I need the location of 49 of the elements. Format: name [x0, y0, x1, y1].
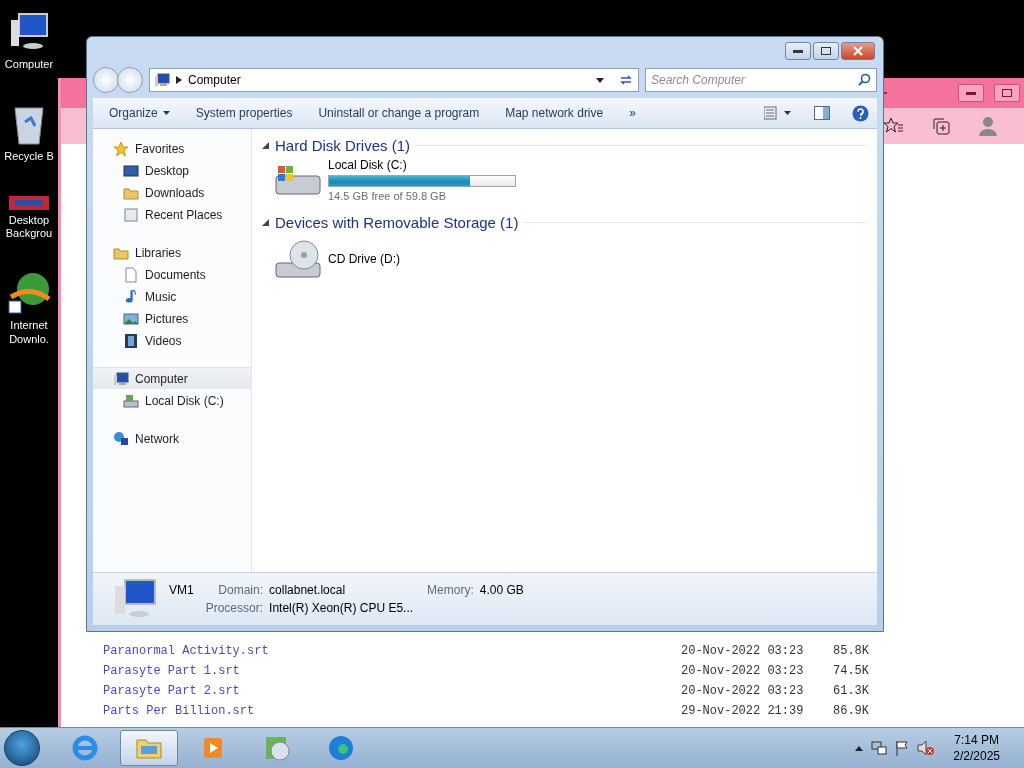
- file-size: 74.5K: [832, 664, 869, 678]
- detail-label: Processor:: [205, 601, 264, 615]
- desktop-icon-label[interactable]: Desktop Backgrou: [0, 213, 58, 241]
- breadcrumb: Computer: [188, 73, 242, 87]
- file-link[interactable]: Parts Per Billion.srt: [103, 704, 681, 718]
- drive-name[interactable]: Local Disk (C:): [328, 158, 516, 172]
- nav-item[interactable]: Network: [93, 427, 251, 449]
- file-link[interactable]: Paranormal Activity.srt: [103, 644, 681, 658]
- drive-name[interactable]: CD Drive (D:): [328, 252, 400, 266]
- file-size: 85.8K: [832, 644, 869, 658]
- clock[interactable]: 7:14 PM 2/2/2025: [953, 732, 1000, 764]
- nav-item[interactable]: Computer: [93, 367, 251, 389]
- nav-item[interactable]: Desktop: [93, 159, 251, 181]
- detail-value: Intel(R) Xeon(R) CPU E5...: [269, 601, 415, 615]
- command-button[interactable]: Organize: [101, 102, 178, 124]
- search-field[interactable]: Search Computer: [645, 68, 877, 92]
- computer-name: VM1: [169, 583, 194, 597]
- nav-item[interactable]: Local Disk (C:): [93, 389, 251, 411]
- desktop-icon-label[interactable]: Internet Downlo.: [0, 319, 58, 347]
- free-space-text: 14.5 GB free of 59.8 GB: [328, 190, 447, 202]
- file-link[interactable]: Parasyte Part 2.srt: [103, 684, 681, 698]
- detail-value: collabnet.local: [269, 583, 346, 597]
- section-title: Devices with Removable Storage (1): [275, 214, 519, 231]
- nav-item[interactable]: Downloads: [93, 181, 251, 203]
- nav-item[interactable]: Pictures: [93, 307, 251, 329]
- file-date: 20-Nov-2022 03:23: [681, 664, 805, 678]
- file-link[interactable]: Parasyte Part 1.srt: [103, 664, 681, 678]
- nav-item[interactable]: Videos: [93, 329, 251, 351]
- nav-item[interactable]: Music: [93, 285, 251, 307]
- address-bar[interactable]: Computer: [149, 68, 639, 92]
- command-button[interactable]: System properties: [187, 102, 301, 124]
- desktop-icon-label[interactable]: Recycle B: [0, 149, 58, 164]
- detail-label: Memory:: [427, 583, 474, 597]
- detail-label: Domain:: [217, 583, 264, 597]
- nav-item[interactable]: Libraries: [93, 241, 251, 263]
- section-title: Hard Disk Drives (1): [275, 137, 410, 154]
- detail-value: 4.00 GB: [479, 583, 524, 597]
- desktop-icon-label[interactable]: Computer: [0, 58, 58, 72]
- command-button[interactable]: Uninstall or change a program: [310, 102, 488, 124]
- command-button[interactable]: Map network drive: [497, 102, 612, 124]
- nav-item[interactable]: Documents: [93, 263, 251, 285]
- file-date: 20-Nov-2022 03:23: [681, 644, 805, 658]
- file-date: 20-Nov-2022 03:23: [681, 684, 805, 698]
- nav-item[interactable]: Favorites: [93, 137, 251, 159]
- file-size: 86.9K: [832, 704, 869, 718]
- nav-item[interactable]: Recent Places: [93, 203, 251, 225]
- command-button[interactable]: »: [621, 102, 644, 124]
- file-size: 61.3K: [832, 684, 869, 698]
- file-date: 29-Nov-2022 21:39: [681, 704, 805, 718]
